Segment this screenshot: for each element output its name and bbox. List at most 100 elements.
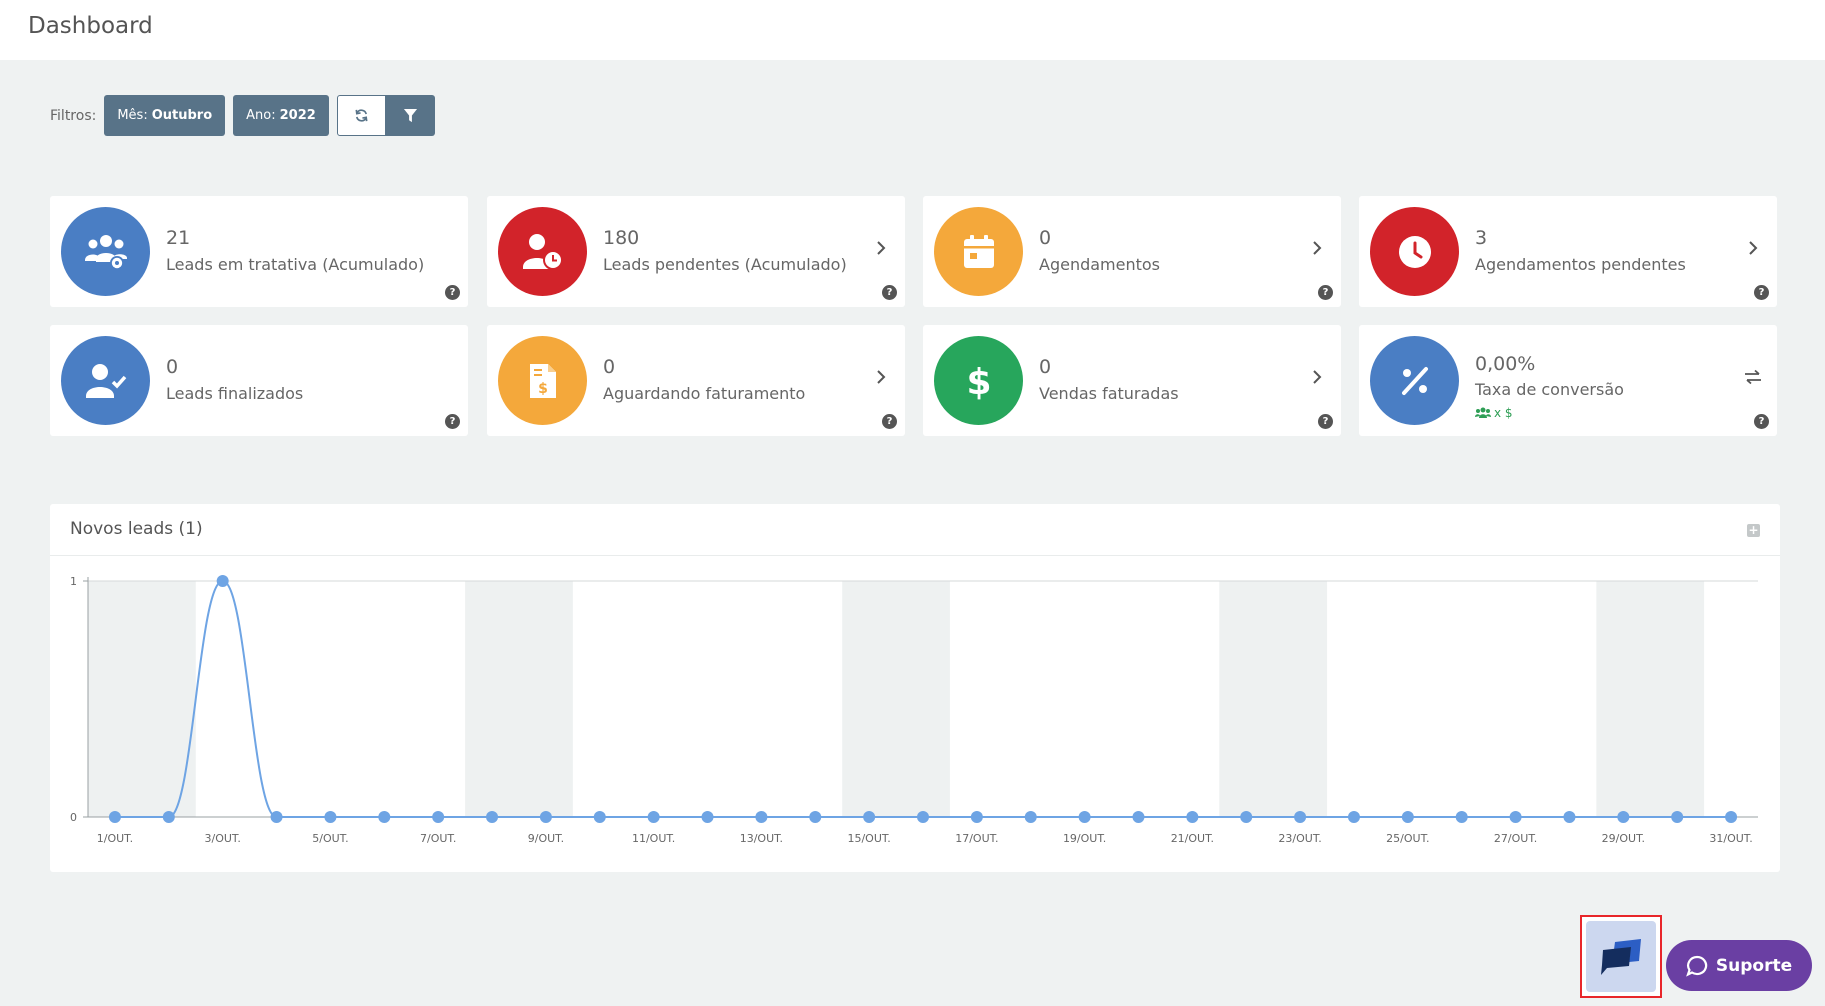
chevron-right-icon[interactable] (1307, 367, 1327, 387)
month-filter-chip[interactable]: Mês: Outubro (104, 95, 226, 136)
x-tick-label: 9/OUT. (528, 832, 564, 845)
x-tick-label: 23/OUT. (1278, 832, 1321, 845)
refresh-icon (355, 109, 368, 122)
card-value: 21 (166, 227, 191, 249)
new-leads-chart: 011/OUT. 3/OUT. 5/OUT. 7/OUT. 9/OUT. 11/OUT. 1… (70, 575, 1758, 845)
svg-text:$: $ (966, 362, 991, 401)
funnel-icon (403, 108, 417, 123)
chevron-right-icon[interactable] (1307, 238, 1327, 258)
card-label: Leads em tratativa (Acumulado) (166, 255, 425, 274)
x-tick-label: 27/OUT. (1494, 832, 1537, 845)
data-point (378, 811, 391, 823)
year-filter-label: Ano: (246, 108, 276, 123)
card-icon-circle (1370, 336, 1459, 425)
card-agendamentos-pendentes[interactable]: 3 Agendamentos pendentes ? (1359, 196, 1777, 307)
filters-bar: Filtros: Mês: Outubro Ano: 2022 (50, 95, 435, 136)
card-label: Agendamentos (1039, 255, 1161, 274)
x-tick-label: 25/OUT. (1386, 832, 1429, 845)
swap-icon[interactable] (1743, 367, 1763, 387)
weekend-band (1596, 581, 1705, 817)
card-icon-circle: $ (934, 336, 1023, 425)
card-value: 0 (1039, 227, 1052, 249)
panel-header: Novos leads (1) + (50, 504, 1780, 556)
weekend-band (1219, 581, 1328, 817)
data-point (1563, 811, 1576, 823)
chat-logo-icon (1601, 938, 1641, 975)
x-tick-label: 29/OUT. (1602, 832, 1645, 845)
refresh-button[interactable] (336, 95, 386, 136)
data-point (1725, 811, 1738, 823)
card-leads-pendentes[interactable]: 180 Leads pendentes (Acumulado) ? (487, 196, 905, 307)
help-icon[interactable]: ? (1318, 285, 1333, 300)
weekend-band (88, 581, 196, 817)
expand-icon[interactable]: + (1747, 524, 1760, 537)
data-point (324, 811, 337, 823)
card-value: 180 (603, 227, 640, 249)
card-value: 3 (1475, 227, 1488, 249)
support-button[interactable]: Suporte (1666, 940, 1812, 991)
data-point (162, 811, 175, 823)
chevron-right-icon[interactable] (1743, 238, 1763, 258)
svg-text:$: $ (538, 381, 548, 397)
help-icon[interactable]: ? (882, 285, 897, 300)
x-tick-label: 21/OUT. (1171, 832, 1214, 845)
data-point (755, 811, 768, 823)
data-point (809, 811, 822, 823)
month-filter-label: Mês: (117, 108, 148, 123)
data-point (1347, 811, 1360, 823)
card-vendas-faturadas[interactable]: $ 0 Vendas faturadas ? (923, 325, 1341, 436)
card-label: Leads pendentes (Acumulado) (603, 255, 847, 274)
data-point (1455, 811, 1468, 823)
help-icon[interactable]: ? (882, 414, 897, 429)
data-point (863, 811, 876, 823)
apply-filter-button[interactable] (385, 95, 435, 136)
card-icon-circle (934, 207, 1023, 296)
data-point (486, 811, 499, 823)
data-point (1186, 811, 1199, 823)
year-filter-chip[interactable]: Ano: 2022 (233, 95, 329, 136)
card-leads-finalizados[interactable]: 0 Leads finalizados ? (50, 325, 468, 436)
panel-title: Novos leads (1) (70, 519, 203, 539)
help-icon[interactable]: ? (1754, 285, 1769, 300)
data-point (1024, 811, 1037, 823)
percent-icon (1401, 366, 1428, 395)
data-point (1078, 811, 1091, 823)
card-leads-em-tratativa[interactable]: 21 Leads em tratativa (Acumulado) ? (50, 196, 468, 307)
help-icon[interactable]: ? (445, 285, 460, 300)
card-value: 0 (166, 356, 179, 378)
chevron-right-icon[interactable] (871, 367, 891, 387)
card-label: Vendas faturadas (1039, 384, 1179, 403)
data-point (216, 575, 229, 587)
conversion-formula: x $ (1475, 406, 1513, 420)
filters-label: Filtros: (50, 107, 97, 124)
card-taxa-de-conversao[interactable]: 0,00% Taxa de conversão x $ ? (1359, 325, 1777, 436)
filter-actions (336, 95, 435, 136)
widget-launcher[interactable] (1586, 921, 1656, 992)
card-value: 0 (603, 356, 616, 378)
page-title: Dashboard (28, 13, 153, 39)
weekend-band (465, 581, 573, 817)
data-point (647, 811, 660, 823)
data-point (917, 811, 929, 823)
x-tick-label: 7/OUT. (420, 832, 456, 845)
data-point (1294, 811, 1307, 823)
weekend-band (842, 581, 950, 817)
data-point (1671, 811, 1684, 823)
data-point (270, 811, 283, 823)
card-agendamentos[interactable]: 0 Agendamentos ? (923, 196, 1341, 307)
users-gear-icon (84, 234, 127, 270)
data-point (1509, 811, 1522, 823)
calendar-icon (963, 234, 994, 268)
help-icon[interactable]: ? (1754, 414, 1769, 429)
user-clock-icon (522, 233, 563, 270)
card-value: 0 (1039, 356, 1052, 378)
x-tick-label: 13/OUT. (740, 832, 783, 845)
highlighted-widget[interactable] (1580, 915, 1662, 998)
data-point (1401, 811, 1414, 823)
chevron-right-icon[interactable] (871, 238, 891, 258)
help-icon[interactable]: ? (1318, 414, 1333, 429)
data-point (701, 811, 714, 823)
help-icon[interactable]: ? (445, 414, 460, 429)
dollar-icon: $ (966, 362, 991, 401)
card-aguardando-faturamento[interactable]: $ 0 Aguardando faturamento ? (487, 325, 905, 436)
